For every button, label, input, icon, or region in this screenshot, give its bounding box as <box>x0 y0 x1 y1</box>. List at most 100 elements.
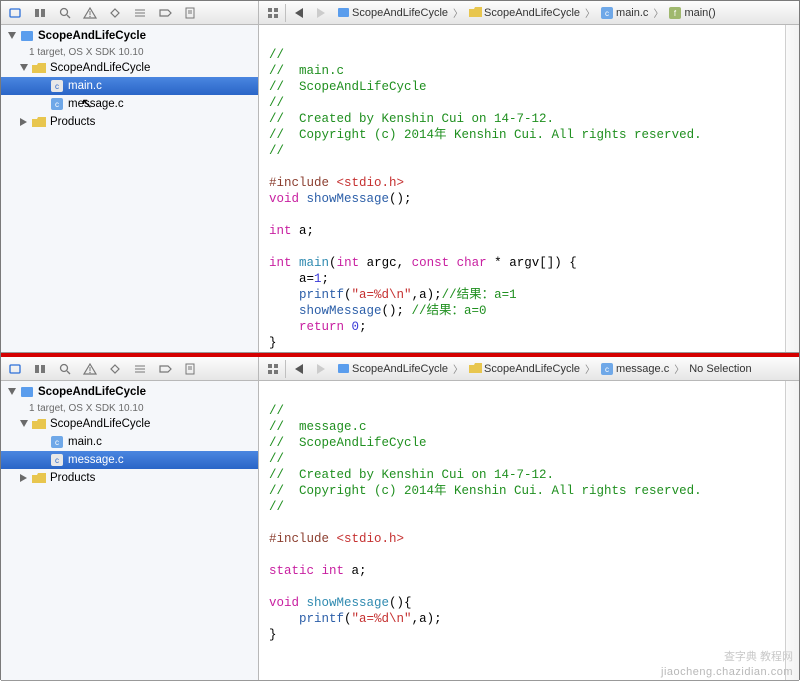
comment-line: // <box>269 452 284 466</box>
file-node-message[interactable]: c message.c <box>1 95 258 113</box>
nav-back-icon[interactable] <box>290 360 308 378</box>
printf-call: printf <box>299 612 344 626</box>
disclosure-triangle-icon[interactable] <box>19 117 29 127</box>
nav-back-icon[interactable] <box>290 4 308 22</box>
comment-line: // ScopeAndLifeCycle <box>269 436 427 450</box>
file-node-message[interactable]: c message.c <box>1 451 258 469</box>
group-label: ScopeAndLifeCycle <box>50 418 150 430</box>
issue-navigator-icon[interactable] <box>82 361 98 377</box>
code-editor[interactable]: // // message.c // ScopeAndLifeCycle // … <box>259 381 799 680</box>
related-items-icon[interactable] <box>265 5 281 21</box>
comment-line: // ScopeAndLifeCycle <box>269 80 427 94</box>
breakpoint-navigator-icon[interactable] <box>157 5 173 21</box>
comment-line: // Copyright (c) 2014年 Kenshin Cui. All … <box>269 128 702 142</box>
chevron-icon: 〉 <box>652 5 664 20</box>
folder-icon <box>468 6 482 20</box>
issue-navigator-icon[interactable] <box>82 5 98 21</box>
nav-forward-icon[interactable] <box>312 360 330 378</box>
group-node[interactable]: ScopeAndLifeCycle <box>1 59 258 77</box>
crumb-file: message.c <box>616 363 669 375</box>
project-navigator-icon[interactable] <box>7 361 23 377</box>
include-file: <stdio.h> <box>337 532 405 546</box>
symbol-navigator-icon[interactable] <box>32 5 48 21</box>
breadcrumb-bar[interactable]: ScopeAndLifeCycle 〉 ScopeAndLifeCycle 〉 … <box>334 1 718 24</box>
breadcrumb-bar[interactable]: ScopeAndLifeCycle 〉 ScopeAndLifeCycle 〉 … <box>334 357 754 380</box>
crumb-symbol: main() <box>684 7 715 19</box>
report-navigator-icon[interactable] <box>182 361 198 377</box>
function-icon: f <box>668 6 682 20</box>
test-navigator-icon[interactable] <box>107 5 123 21</box>
comment-line: // main.c <box>269 64 344 78</box>
related-items-icon[interactable] <box>265 361 281 377</box>
c-file-icon: c <box>49 97 65 111</box>
crumb-group: ScopeAndLifeCycle <box>484 363 580 375</box>
toolbar-separator <box>285 360 286 378</box>
disclosure-triangle-icon[interactable] <box>7 387 17 397</box>
comment-line: // Created by Kenshin Cui on 14-7-12. <box>269 112 554 126</box>
report-navigator-icon[interactable] <box>182 5 198 21</box>
c-file-icon: c <box>600 6 614 20</box>
products-node[interactable]: Products <box>1 469 258 487</box>
fn-showMessage: showMessage <box>307 596 390 610</box>
comment-line: // <box>269 48 284 62</box>
project-navigator-icon[interactable] <box>7 5 23 21</box>
breakpoint-navigator-icon[interactable] <box>157 361 173 377</box>
code-editor[interactable]: // // main.c // ScopeAndLifeCycle // // … <box>259 25 799 352</box>
showMessage-call: showMessage <box>299 304 382 318</box>
comment-line: // message.c <box>269 420 367 434</box>
file-node-main[interactable]: c main.c <box>1 77 258 95</box>
editor-toolbar: ScopeAndLifeCycle 〉 ScopeAndLifeCycle 〉 … <box>259 1 799 24</box>
folder-icon <box>468 362 482 376</box>
comment-line: // <box>269 500 284 514</box>
folder-icon <box>31 417 47 431</box>
spacer <box>37 99 47 109</box>
project-navigator[interactable]: ScopeAndLifeCycle 1 target, OS X SDK 10.… <box>1 381 259 680</box>
group-node[interactable]: ScopeAndLifeCycle <box>1 415 258 433</box>
fn-main: main <box>299 256 329 270</box>
project-icon <box>336 6 350 20</box>
chevron-icon: 〉 <box>673 361 685 376</box>
disclosure-triangle-icon[interactable] <box>19 419 29 429</box>
chevron-icon: 〉 <box>452 361 464 376</box>
pane-body: ScopeAndLifeCycle 1 target, OS X SDK 10.… <box>1 25 799 352</box>
file-label: main.c <box>68 80 102 92</box>
xcode-pane-top: ScopeAndLifeCycle 〉 ScopeAndLifeCycle 〉 … <box>1 1 799 353</box>
disclosure-triangle-icon[interactable] <box>7 31 17 41</box>
nav-forward-icon[interactable] <box>312 4 330 22</box>
spacer <box>37 437 47 447</box>
find-navigator-icon[interactable] <box>57 5 73 21</box>
project-node[interactable]: ScopeAndLifeCycle <box>1 27 258 45</box>
test-navigator-icon[interactable] <box>107 361 123 377</box>
disclosure-triangle-icon[interactable] <box>19 473 29 483</box>
project-navigator[interactable]: ScopeAndLifeCycle 1 target, OS X SDK 10.… <box>1 25 259 352</box>
watermark-url: jiaocheng.chazidian.com <box>661 666 793 678</box>
project-icon <box>336 362 350 376</box>
spacer <box>37 81 47 91</box>
svg-text:c: c <box>55 82 59 91</box>
products-node[interactable]: Products <box>1 113 258 131</box>
watermark-chinese: 查字典 教程网 <box>724 648 793 664</box>
debug-navigator-icon[interactable] <box>132 361 148 377</box>
crumb-no-selection: No Selection <box>689 363 751 375</box>
project-node[interactable]: ScopeAndLifeCycle <box>1 383 258 401</box>
chevron-icon: 〉 <box>584 361 596 376</box>
scrollbar-vertical[interactable] <box>785 381 799 680</box>
c-file-icon: c <box>600 362 614 376</box>
crumb-file: main.c <box>616 7 648 19</box>
debug-navigator-icon[interactable] <box>132 5 148 21</box>
folder-icon <box>31 115 47 129</box>
symbol-navigator-icon[interactable] <box>32 361 48 377</box>
file-node-main[interactable]: c main.c <box>1 433 258 451</box>
project-subtitle: 1 target, OS X SDK 10.10 <box>1 401 258 415</box>
svg-text:c: c <box>55 456 59 465</box>
toolbar-separator <box>285 4 286 22</box>
folder-icon <box>31 471 47 485</box>
find-navigator-icon[interactable] <box>57 361 73 377</box>
svg-text:c: c <box>605 9 609 18</box>
crumb-group: ScopeAndLifeCycle <box>484 7 580 19</box>
toolbar-row: ScopeAndLifeCycle 〉 ScopeAndLifeCycle 〉 … <box>1 357 799 381</box>
scrollbar-vertical[interactable] <box>785 25 799 352</box>
spacer <box>37 455 47 465</box>
project-label: ScopeAndLifeCycle <box>38 30 146 42</box>
disclosure-triangle-icon[interactable] <box>19 63 29 73</box>
